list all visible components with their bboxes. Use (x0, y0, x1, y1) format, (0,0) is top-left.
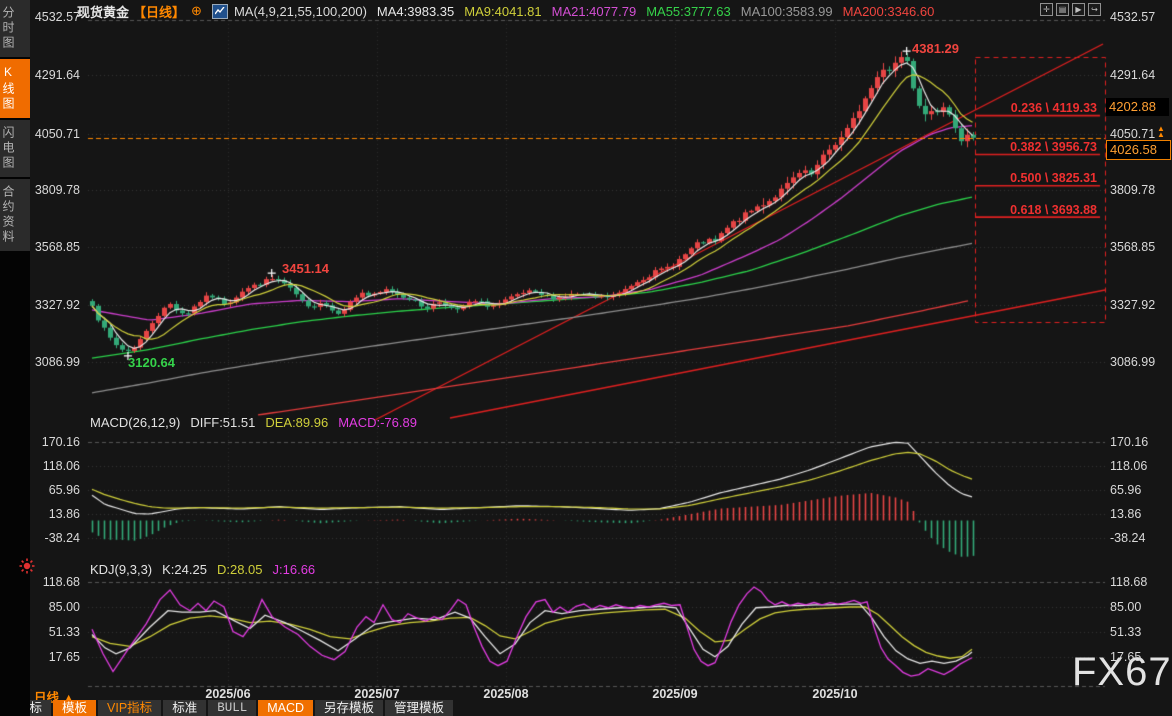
kdj-params: KDJ(9,3,3) (90, 562, 153, 577)
toolbar-button-4[interactable]: 标准 (163, 700, 207, 716)
chart-type-icon[interactable] (211, 3, 228, 19)
macd-dea-value: DEA:89.96 (265, 415, 329, 430)
kdj-j-value: J:16.66 (272, 562, 316, 577)
play-icon[interactable]: ▶ (1072, 3, 1085, 16)
fib-level-label-3: 0.500 \ 3825.31 (1010, 171, 1097, 185)
ma-legend-value-6: MA200:3346.60 (842, 3, 935, 19)
ma-legend-value-5: MA100:3583.99 (740, 3, 833, 19)
sidebar-item-4[interactable]: 合约资料 (0, 179, 30, 251)
main-axis-label-left: 4532.57 (34, 10, 80, 24)
fib-level-label-4: 0.618 \ 3693.88 (1010, 203, 1097, 217)
current-price-tag: 4026.58 (1106, 140, 1171, 160)
panel-icon[interactable]: ▤ (1056, 3, 1069, 16)
trading-app: 分时图 K线图 闪电图 合约资料 现货黄金 【日线】 ⊕ MA(4,9,21,55,1… (0, 0, 1172, 716)
macd-diff-value: DIFF:51.51 (190, 415, 256, 430)
window-icons: ✛ ▤ ▶ ↪ (1040, 3, 1101, 16)
sidebar-item-1[interactable]: 分时图 (0, 0, 30, 57)
macd-axis-label-right: 170.16 (1110, 435, 1149, 449)
swing-high-label: 3451.14 (282, 261, 329, 276)
fibonacci-labels: 0.236 \ 4119.33 0.382 \ 3956.73 0.500 \ 38… (975, 0, 1102, 400)
macd-axis-label-left: 118.06 (42, 459, 80, 473)
toolbar-button-6[interactable]: MACD (258, 700, 314, 716)
exit-icon[interactable]: ↪ (1088, 3, 1101, 16)
sidebar: 分时图 K线图 闪电图 合约资料 (0, 0, 30, 716)
date-label: 2025/08 (483, 687, 529, 701)
macd-axis-label-right: -38.24 (1110, 531, 1146, 545)
macd-axis-label-left: 13.86 (48, 507, 80, 521)
main-axis-label-left: 3809.78 (34, 183, 80, 197)
macd-axis-label-left: 170.16 (41, 435, 80, 449)
toolbar-button-5[interactable]: BULL (208, 700, 257, 716)
date-label: 2025/10 (812, 687, 858, 701)
main-axis-label-right: 3086.99 (1110, 355, 1156, 369)
add-indicator-icon[interactable]: ⊕ (191, 3, 202, 19)
pan-icon[interactable]: ✛ (1040, 3, 1053, 16)
macd-axis-label-right: 13.86 (1110, 507, 1142, 521)
macd-header: MACD(26,12,9) DIFF:51.51 DEA:89.96 MACD:… (90, 415, 417, 430)
macd-value: MACD:-76.89 (338, 415, 417, 430)
ma-legend-value-4: MA55:3777.63 (646, 3, 731, 19)
alert-sun-icon[interactable] (19, 558, 35, 579)
kdj-axis-label-left: 51.33 (48, 625, 80, 639)
symbol-name: 现货黄金 (77, 4, 130, 20)
kdj-axis-label-left: 17.65 (48, 650, 80, 664)
main-axis-label-right: 4532.57 (1110, 10, 1156, 24)
toolbar-button-7[interactable]: 另存模板 (315, 700, 384, 716)
fib-level-label-1: 0.236 \ 4119.33 (1010, 101, 1097, 115)
main-axis-label-right: 4050.71 (1110, 127, 1156, 141)
main-axis-label-right: 4291.64 (1110, 68, 1156, 82)
macd-axis-label-left: -38.24 (44, 531, 80, 545)
kdj-axis-label-right: 85.00 (1110, 600, 1142, 614)
date-axis: 2025/06 2025/07 2025/08 2025/09 2025/10 (0, 687, 1172, 701)
main-axis-label-left: 3327.92 (34, 298, 80, 312)
ma-legend-value-2: MA9:4041.81 (464, 3, 542, 19)
main-axis-label-right: 3327.92 (1110, 298, 1156, 312)
kdj-k-value: K:24.25 (162, 562, 207, 577)
macd-axis-label-right: 118.06 (1110, 459, 1148, 473)
macd-axis-label-right: 65.96 (1110, 483, 1142, 497)
toolbar-button-8[interactable]: 管理模板 (385, 700, 454, 716)
sidebar-item-2[interactable]: K线图 (0, 59, 30, 118)
ma-legend: MA4:3983.35 MA9:4041.81 MA21:4077.79 MA55:3… (377, 4, 934, 19)
kdj-axis-label-left: 85.00 (48, 600, 80, 614)
kdj-header: KDJ(9,3,3) K:24.25 D:28.05 J:16.66 (90, 562, 315, 577)
main-axis-label-left: 3086.99 (34, 355, 80, 369)
bottom-toolbar: 指标模板VIP指标标准BULLMACD另存模板管理模板 (8, 700, 454, 716)
main-axis-label-right: 3568.85 (1110, 240, 1156, 254)
date-label: 2025/06 (205, 687, 251, 701)
macd-params: MACD(26,12,9) (90, 415, 181, 430)
date-label: 2025/07 (354, 687, 400, 701)
main-axis-label-left: 4291.64 (34, 68, 80, 82)
macd-axis-label-left: 65.96 (48, 483, 80, 497)
kdj-axis-label-right: 51.33 (1110, 625, 1142, 639)
kdj-axis-label-right: 17.65 (1110, 650, 1142, 664)
kdj-d-value: D:28.05 (216, 562, 263, 577)
alert-price-tag: 4202.88 (1106, 98, 1169, 116)
main-axis-label-left: 4050.71 (34, 127, 80, 141)
swing-low-label: 3120.64 (128, 355, 175, 370)
price-up-arrow-icon: ▲ ▲ (1157, 124, 1165, 139)
toolbar-button-3[interactable]: VIP指标 (98, 700, 162, 716)
period-selector[interactable]: 【日线】 (133, 2, 185, 21)
ma-legend-value-3: MA21:4077.79 (551, 3, 637, 19)
main-axis-label-right: 3809.78 (1110, 183, 1156, 197)
chart-header: 现货黄金 【日线】 ⊕ MA(4,9,21,55,100,200) MA4:39… (77, 2, 934, 20)
date-label: 2025/09 (652, 687, 698, 701)
peak-price-label: 4381.29 (912, 41, 959, 56)
ma-legend-value-1: MA4:3983.35 (376, 3, 455, 19)
sidebar-item-3[interactable]: 闪电图 (0, 120, 30, 177)
fib-level-label-2: 0.382 \ 3956.73 (1010, 140, 1097, 154)
ma-settings-label: MA(4,9,21,55,100,200) (233, 3, 367, 19)
main-axis-label-left: 3568.85 (34, 240, 80, 254)
toolbar-button-2[interactable]: 模板 (53, 700, 97, 716)
kdj-axis-label-left: 118.68 (42, 575, 80, 589)
kdj-axis-label-right: 118.68 (1110, 575, 1148, 589)
